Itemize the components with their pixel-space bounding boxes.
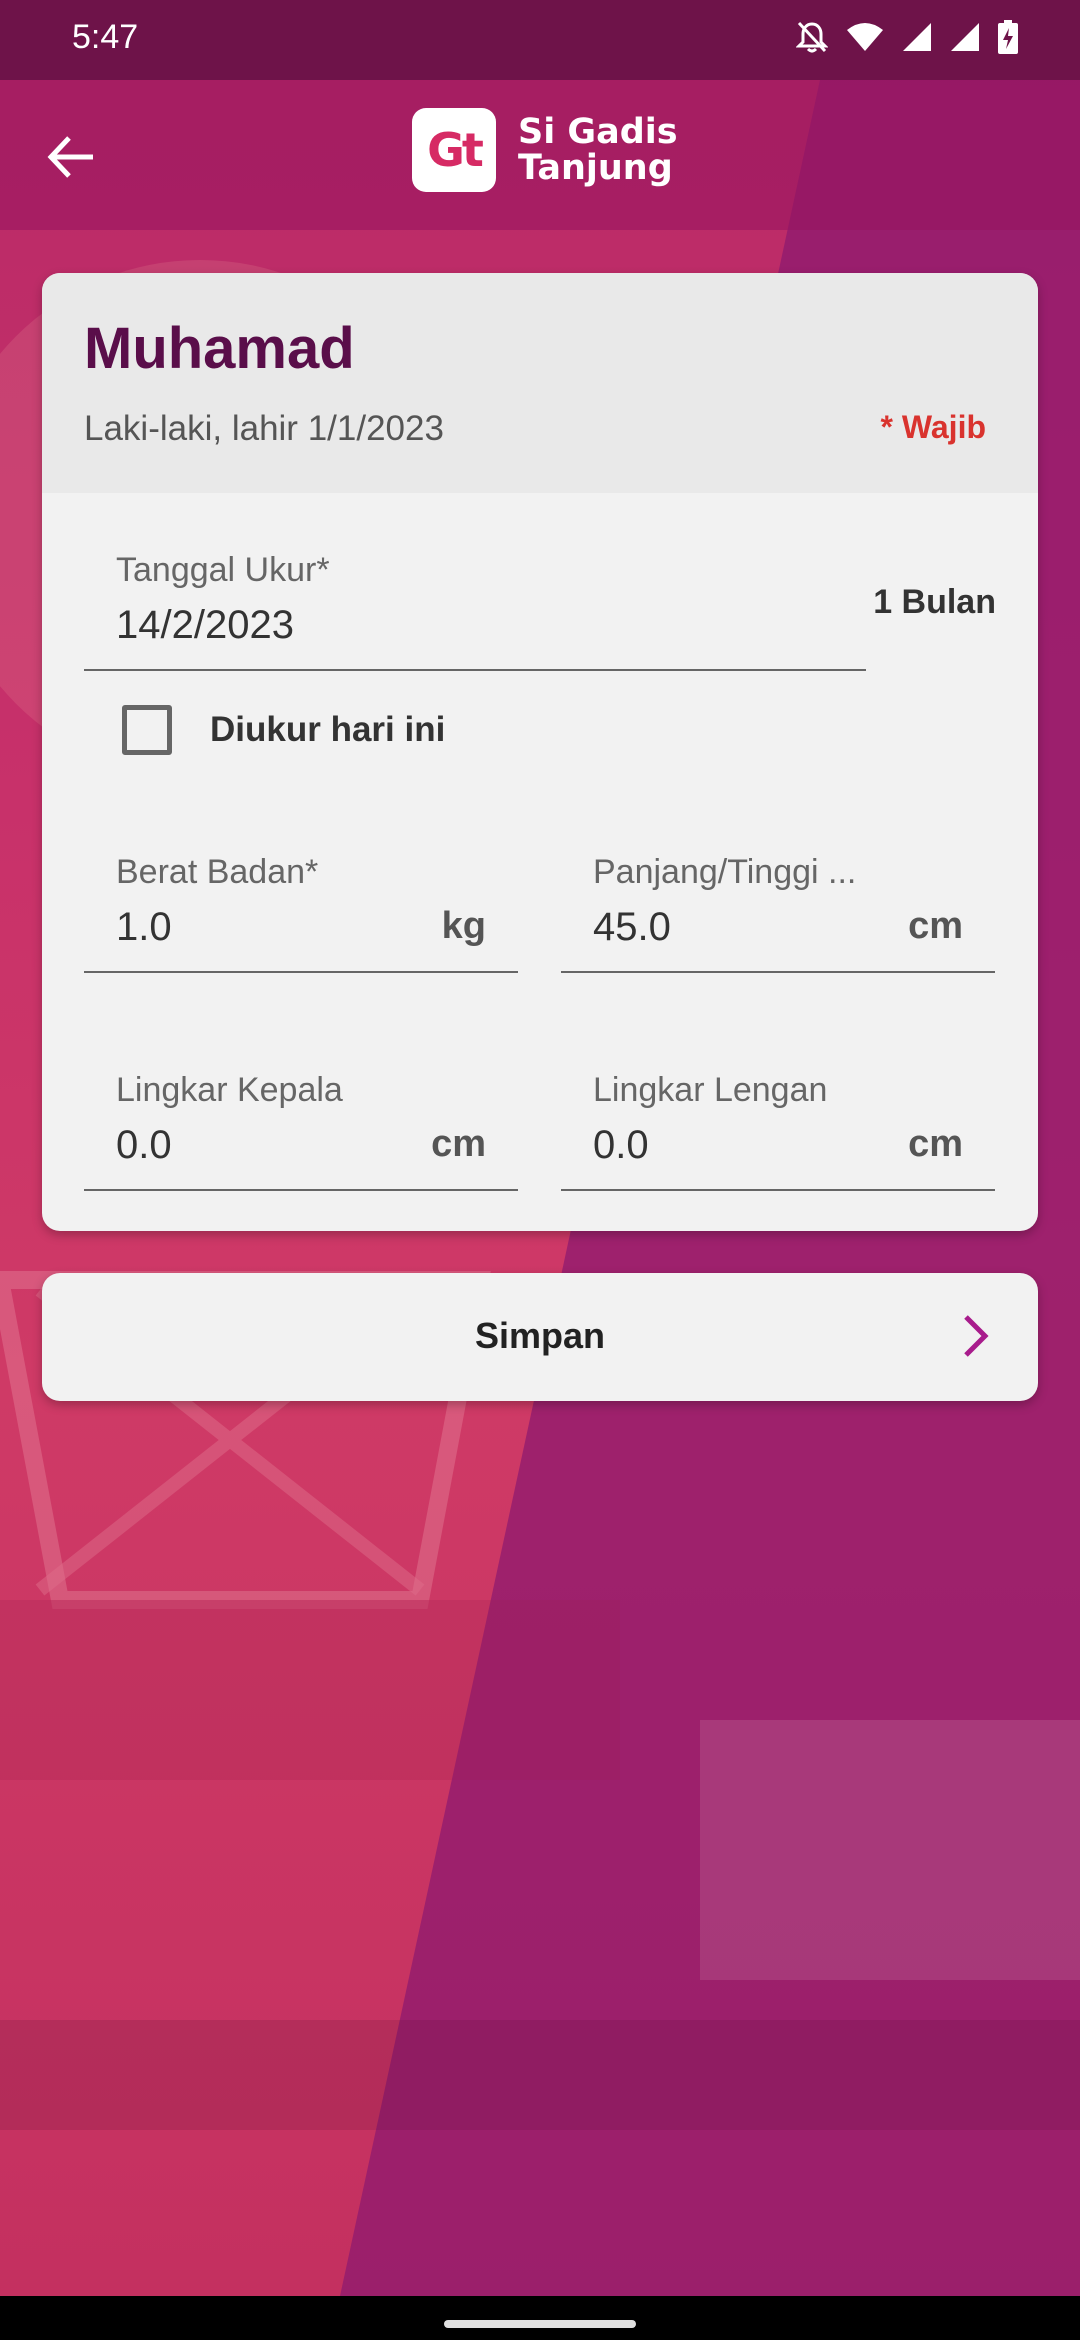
- head-circumference-label: Lingkar Kepala: [116, 1071, 343, 1109]
- status-icons: [796, 20, 1018, 54]
- arrow-left-icon: [47, 136, 93, 178]
- measure-date-label: Tanggal Ukur*: [116, 551, 330, 589]
- logo-mark-text: Gt: [427, 123, 484, 177]
- screen: 5:47 Gt Si Gadis Tanjung Muhamad Laki-la…: [0, 0, 1080, 2340]
- age-label: 1 Bulan: [873, 583, 996, 621]
- weight-field[interactable]: Berat Badan* 1.0 kg: [84, 853, 518, 973]
- child-subtitle: Laki-laki, lahir 1/1/2023: [84, 409, 444, 448]
- app-bar: Gt Si Gadis Tanjung: [0, 80, 1080, 230]
- navigation-bar: [0, 2296, 1080, 2340]
- measure-date-value: 14/2/2023: [116, 603, 294, 647]
- signal-icon: [950, 22, 980, 52]
- save-button[interactable]: Simpan: [42, 1273, 1038, 1401]
- wifi-icon: [846, 22, 884, 52]
- card-header: Muhamad Laki-laki, lahir 1/1/2023 * Waji…: [42, 273, 1038, 493]
- child-name: Muhamad: [84, 316, 355, 381]
- required-note: * Wajib: [880, 409, 986, 445]
- status-bar: 5:47: [0, 0, 1080, 80]
- measure-date-field[interactable]: Tanggal Ukur* 14/2/2023: [84, 551, 866, 671]
- arm-circumference-value: 0.0: [593, 1123, 649, 1167]
- arm-circumference-field[interactable]: Lingkar Lengan 0.0 cm: [561, 1071, 995, 1191]
- back-button[interactable]: [36, 122, 106, 192]
- checkbox-box[interactable]: [122, 705, 172, 755]
- weight-label: Berat Badan*: [116, 853, 319, 891]
- head-circumference-unit: cm: [431, 1123, 486, 1165]
- logo-mark: Gt: [412, 108, 496, 192]
- save-button-label: Simpan: [474, 1315, 606, 1356]
- signal-icon: [902, 22, 932, 52]
- logo-line-2: Tanjung: [518, 148, 673, 188]
- logo-line-1: Si Gadis: [518, 112, 678, 152]
- measured-today-checkbox[interactable]: Diukur hari ini: [122, 705, 445, 755]
- home-gesture-handle[interactable]: [444, 2320, 636, 2328]
- chevron-right-icon: [964, 1315, 989, 1357]
- height-field[interactable]: Panjang/Tinggi ... 45.0 cm: [561, 853, 995, 973]
- head-circumference-value: 0.0: [116, 1123, 172, 1167]
- measurement-card: Muhamad Laki-laki, lahir 1/1/2023 * Waji…: [42, 273, 1038, 1231]
- battery-charging-icon: [998, 20, 1018, 54]
- app-logo: Gt Si Gadis Tanjung: [412, 108, 678, 192]
- status-time: 5:47: [72, 18, 139, 56]
- measured-today-label: Diukur hari ini: [210, 710, 446, 749]
- arm-circumference-unit: cm: [908, 1123, 963, 1165]
- mute-icon: [796, 20, 828, 54]
- head-circumference-field[interactable]: Lingkar Kepala 0.0 cm: [84, 1071, 518, 1191]
- height-unit: cm: [908, 905, 963, 947]
- logo-wordmark: Si Gadis Tanjung: [518, 114, 678, 186]
- arm-circumference-label: Lingkar Lengan: [593, 1071, 828, 1109]
- weight-unit: kg: [441, 905, 486, 947]
- height-value: 45.0: [593, 905, 671, 949]
- weight-value: 1.0: [116, 905, 172, 949]
- height-label: Panjang/Tinggi ...: [593, 853, 857, 891]
